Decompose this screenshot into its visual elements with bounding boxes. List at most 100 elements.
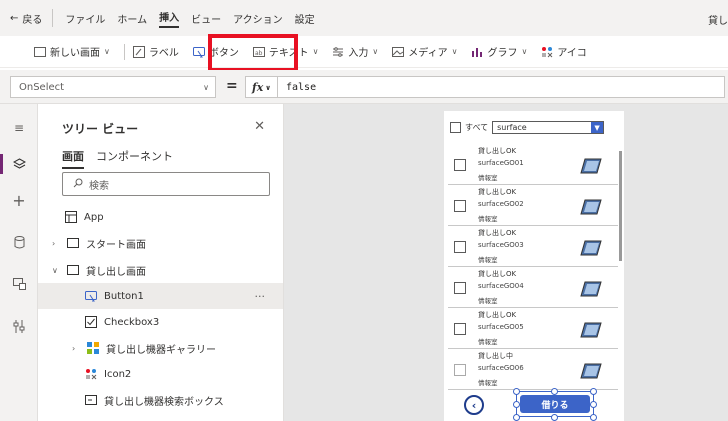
menu-home[interactable]: ホーム: [117, 11, 147, 26]
resize-handle[interactable]: [590, 414, 597, 421]
gallery-row[interactable]: 貸し出しOK surfaceGO03 情報室: [448, 227, 618, 267]
resize-handle[interactable]: [551, 388, 558, 395]
bar-chart-icon: [471, 46, 483, 58]
tree-view-layers-icon[interactable]: [0, 152, 38, 176]
screen-icon: [66, 236, 80, 250]
tree-item-start-screen[interactable]: › スタート画面: [52, 230, 146, 256]
fx-button[interactable]: fx ∨: [246, 77, 278, 97]
plus-insert-icon[interactable]: +: [0, 188, 38, 212]
gallery-scrollbar[interactable]: [619, 151, 622, 261]
label-button[interactable]: ラベル: [132, 44, 179, 59]
menu-action[interactable]: アクション: [233, 11, 283, 26]
row-status: 貸し出しOK: [478, 229, 517, 237]
chevron-down-icon: ∨: [372, 47, 379, 56]
back-label: 戻る: [22, 14, 43, 26]
input-button[interactable]: 入力 ∨: [332, 44, 378, 59]
tree-item-app[interactable]: App: [64, 204, 104, 230]
gallery-row[interactable]: 貸し出しOK surfaceGO01 情報室: [448, 145, 618, 185]
tablet-device-icon: [580, 322, 602, 341]
tree-view-title: ツリー ビュー: [62, 122, 139, 136]
new-screen-button[interactable]: 新しい画面 ∨: [34, 44, 110, 59]
row-checkbox[interactable]: [454, 241, 466, 253]
row-device-name: surfaceGO06: [478, 364, 524, 372]
resize-handle[interactable]: [590, 401, 597, 408]
property-value: OnSelect: [19, 81, 65, 93]
tree-item-label: Checkbox3: [104, 316, 160, 328]
row-checkbox[interactable]: [454, 159, 466, 171]
tab-screens[interactable]: 画面: [62, 148, 84, 169]
menu-view[interactable]: ビュー: [191, 11, 221, 26]
chevron-right-icon: ›: [52, 238, 56, 248]
device-gallery[interactable]: 貸し出しOK surfaceGO01 情報室 貸し出しOK surfaceGO0…: [448, 145, 620, 393]
resize-handle[interactable]: [513, 414, 520, 421]
media-button[interactable]: メディア ∨: [392, 44, 457, 59]
resize-handle[interactable]: [513, 401, 520, 408]
gallery-row[interactable]: 貸し出しOK surfaceGO04 情報室: [448, 268, 618, 308]
chevron-down-icon: ∨: [521, 47, 528, 56]
hamburger-menu-icon[interactable]: ≡: [0, 116, 38, 140]
tablet-device-icon: [580, 240, 602, 259]
close-icon[interactable]: ✕: [254, 119, 265, 134]
menu-bar: ← 戻る ファイル ホーム 挿入 ビュー アクション 設定 貸し: [0, 0, 728, 36]
tree-item-label: App: [84, 211, 104, 223]
advanced-tools-icon[interactable]: [0, 314, 38, 338]
gallery-row[interactable]: 貸し出しOK surfaceGO02 情報室: [448, 186, 618, 226]
icons-grid-icon: [541, 46, 553, 58]
row-checkbox[interactable]: [454, 364, 466, 376]
row-department: 情報室: [478, 297, 498, 305]
chevron-down-icon: ∨: [265, 82, 271, 92]
property-select[interactable]: OnSelect ∨: [10, 76, 216, 98]
gallery-control-icon: [86, 341, 100, 355]
button-highlight-box: [208, 34, 298, 72]
media-image-icon: [392, 46, 405, 58]
resize-handle[interactable]: [551, 414, 558, 421]
media-devices-icon[interactable]: [0, 272, 38, 296]
tree-item-gallery[interactable]: › 貸し出し機器ギャラリー: [72, 335, 216, 361]
menu-file[interactable]: ファイル: [65, 11, 105, 26]
tree-item-label: 貸し出し機器検索ボックス: [104, 396, 224, 408]
app-screen-preview[interactable]: すべて surface ▼ 貸し出しOK surfaceGO01 情報室 貸し出…: [444, 111, 624, 421]
row-device-name: surfaceGO02: [478, 200, 524, 208]
gallery-row[interactable]: 貸し出し中 surfaceGO06 情報室: [448, 350, 618, 390]
rent-button[interactable]: 借りる: [520, 395, 590, 413]
menu-settings[interactable]: 設定: [295, 11, 315, 26]
tab-components[interactable]: コンポーネント: [96, 148, 173, 169]
tree-item-search-box[interactable]: 貸し出し機器検索ボックス: [84, 387, 224, 413]
formula-input[interactable]: fx ∨ false: [245, 76, 725, 98]
filter-value: surface: [497, 123, 527, 132]
resize-handle[interactable]: [590, 388, 597, 395]
gallery-row[interactable]: 貸し出しOK surfaceGO05 情報室: [448, 309, 618, 349]
resize-handle[interactable]: [513, 388, 520, 395]
screen-icon: [66, 263, 80, 277]
device-filter-dropdown[interactable]: surface ▼: [492, 121, 605, 134]
tree-search-input[interactable]: 検索: [62, 172, 270, 196]
formula-text: false: [286, 81, 317, 93]
tree-view-panel: ツリー ビュー ✕ 画面 コンポーネント 検索 App › スタート画面 ∨ 貸…: [38, 104, 284, 421]
row-department: 情報室: [478, 379, 498, 387]
left-rail: ≡ +: [0, 104, 38, 421]
row-checkbox[interactable]: [454, 200, 466, 212]
tree-item-checkbox3[interactable]: Checkbox3: [84, 309, 159, 335]
all-checkbox[interactable]: [450, 122, 461, 133]
row-device-name: surfaceGO03: [478, 241, 524, 249]
menu-insert[interactable]: 挿入: [159, 9, 180, 28]
chevron-down-icon: ∨: [451, 47, 458, 56]
row-department: 情報室: [478, 174, 498, 182]
tree-item-icon2[interactable]: Icon2: [84, 361, 131, 387]
row-checkbox[interactable]: [454, 323, 466, 335]
tree-item-button1[interactable]: Button1 ···: [38, 283, 283, 309]
toolbar-divider: [123, 43, 125, 60]
back-circle-icon[interactable]: ‹: [464, 395, 484, 415]
icons-grid-icon: [84, 367, 98, 381]
data-cylinder-icon[interactable]: [0, 230, 38, 254]
chart-button[interactable]: グラフ ∨: [471, 44, 527, 59]
row-status: 貸し出しOK: [478, 270, 517, 278]
back-button[interactable]: ← 戻る: [10, 9, 54, 27]
row-status: 貸し出しOK: [478, 188, 517, 196]
row-checkbox[interactable]: [454, 282, 466, 294]
more-options-icon[interactable]: ···: [255, 290, 266, 303]
tree-item-rental-screen[interactable]: ∨ 貸し出し画面: [52, 257, 146, 283]
row-device-name: surfaceGO05: [478, 323, 524, 331]
chevron-down-icon: ∨: [312, 47, 319, 56]
icon-button[interactable]: アイコ: [541, 44, 587, 59]
